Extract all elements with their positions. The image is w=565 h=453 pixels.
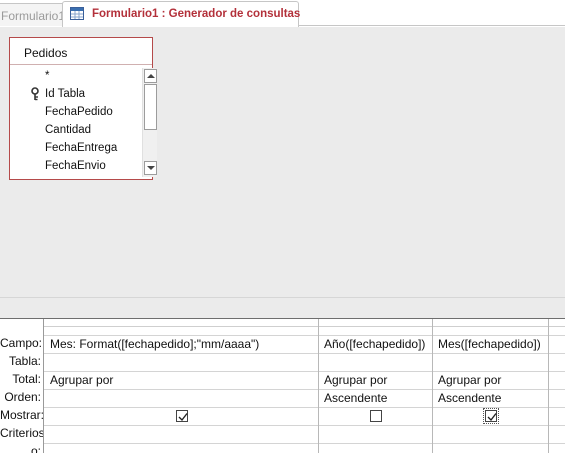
row-label-orden: Orden: bbox=[4, 390, 41, 404]
total-cell-3[interactable]: Agrupar por bbox=[433, 371, 548, 388]
tab-label: Formulario1 : Generador de consultas bbox=[92, 8, 301, 20]
pane-splitter[interactable] bbox=[0, 297, 565, 320]
field-item-cantidad[interactable]: Cantidad bbox=[14, 122, 139, 140]
row-label-campo: Campo: bbox=[0, 336, 43, 350]
column-selector-row[interactable] bbox=[44, 319, 565, 327]
campo-cell-1[interactable]: Mes: Format([fechapedido];"mm/aaaa") bbox=[45, 335, 318, 352]
field-name: * bbox=[45, 70, 50, 82]
tabla-cell-2[interactable] bbox=[319, 353, 432, 370]
field-item-fechapedido[interactable]: FechaPedido bbox=[14, 104, 139, 122]
document-tab-bar: Formulario1 Formulario1 : Generador de c… bbox=[0, 0, 565, 27]
checkmark-icon bbox=[487, 413, 497, 422]
criterios-cell-3[interactable] bbox=[433, 425, 548, 442]
grid-line bbox=[44, 407, 565, 408]
field-item-fechaenvio[interactable]: FechaEnvio bbox=[14, 158, 139, 176]
primary-key-icon bbox=[31, 87, 41, 101]
field-name: Id Tabla bbox=[45, 88, 86, 100]
mostrar-checkbox-3[interactable] bbox=[483, 408, 499, 424]
criterios-cell-2[interactable] bbox=[319, 425, 432, 442]
field-name: FechaEntrega bbox=[45, 142, 118, 154]
table-title[interactable]: Pedidos bbox=[24, 46, 67, 60]
scrollbar-thumb[interactable] bbox=[144, 84, 157, 130]
divider bbox=[10, 64, 152, 65]
chevron-down-icon bbox=[147, 166, 155, 170]
orden-cell-3[interactable]: Ascendente bbox=[433, 389, 548, 406]
field-item-id-tabla[interactable]: Id Tabla bbox=[14, 86, 139, 104]
row-label-o: o: bbox=[30, 444, 41, 453]
row-label-mostrar: Mostrar: bbox=[0, 408, 44, 422]
orden-cell-1[interactable] bbox=[45, 389, 318, 406]
field-list-scrollbar[interactable] bbox=[142, 68, 157, 177]
row-labels: Campo: Tabla: Total: Orden: Mostrar: Cri… bbox=[0, 319, 44, 453]
mostrar-checkbox-1[interactable] bbox=[176, 410, 188, 422]
tabla-cell-1[interactable] bbox=[45, 353, 318, 370]
field-name: FechaPedido bbox=[45, 106, 113, 118]
criterios-cell-1[interactable] bbox=[45, 425, 318, 442]
tab-formulario1[interactable]: Formulario1 bbox=[0, 3, 63, 26]
checkmark-icon bbox=[178, 413, 188, 422]
mostrar-checkbox-2[interactable] bbox=[370, 410, 382, 422]
query-designer-icon bbox=[70, 7, 84, 20]
total-cell-1[interactable]: Agrupar por bbox=[45, 371, 318, 388]
field-name: Cantidad bbox=[45, 124, 92, 136]
campo-cell-2[interactable]: Año([fechapedido]) bbox=[319, 335, 432, 352]
chevron-up-icon bbox=[147, 74, 155, 78]
table-design-area[interactable]: Pedidos * Id Tabla FechaPedido Cantidad … bbox=[0, 27, 565, 297]
field-list: * Id Tabla FechaPedido Cantidad FechaEnt… bbox=[14, 68, 142, 176]
query-design-grid[interactable]: Campo: Tabla: Total: Orden: Mostrar: Cri… bbox=[0, 319, 565, 453]
tab-label: Formulario1 bbox=[1, 9, 63, 23]
orden-cell-2[interactable]: Ascendente bbox=[319, 389, 432, 406]
table-field-list-pedidos[interactable]: Pedidos * Id Tabla FechaPedido Cantidad … bbox=[9, 37, 157, 180]
campo-cell-3[interactable]: Mes([fechapedido]) bbox=[433, 335, 548, 352]
tabla-cell-3[interactable] bbox=[433, 353, 548, 370]
scroll-up-button[interactable] bbox=[144, 69, 157, 83]
grid-line bbox=[44, 443, 565, 444]
field-item-fechaentrega[interactable]: FechaEntrega bbox=[14, 140, 139, 158]
row-label-tabla: Tabla: bbox=[8, 354, 41, 368]
tab-query-designer[interactable]: Formulario1 : Generador de consultas bbox=[62, 1, 301, 27]
scroll-down-button[interactable] bbox=[144, 161, 157, 175]
row-label-criterios: Criterios: bbox=[0, 426, 44, 440]
field-item-all[interactable]: * bbox=[14, 68, 139, 86]
field-name: FechaEnvio bbox=[45, 160, 106, 172]
column-divider[interactable] bbox=[548, 319, 549, 453]
row-label-total: Total: bbox=[12, 372, 41, 386]
total-cell-2[interactable]: Agrupar por bbox=[319, 371, 432, 388]
